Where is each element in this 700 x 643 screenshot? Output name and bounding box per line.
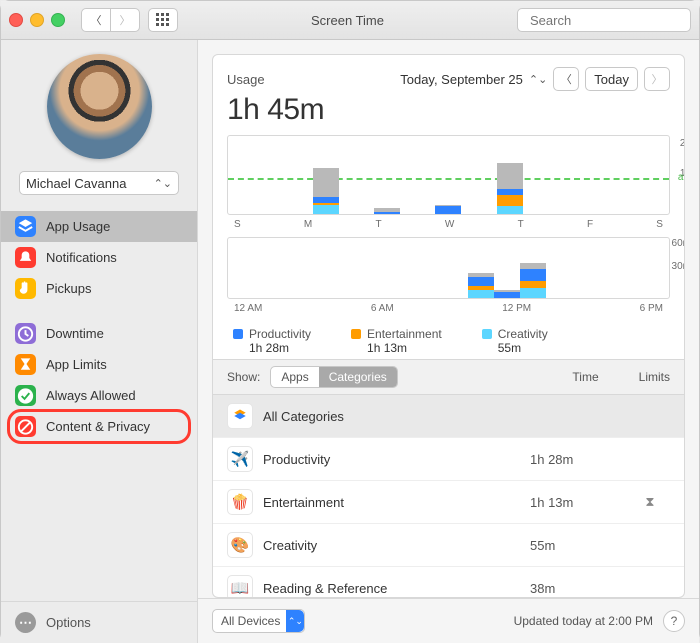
category-row[interactable]: 🍿 Entertainment 1h 13m ⧗ [213, 481, 684, 524]
today-button[interactable]: Today [585, 67, 638, 91]
category-row[interactable]: ✈️ Productivity 1h 28m [213, 438, 684, 481]
devices-select[interactable]: All Devices ⌃⌄ [212, 609, 305, 633]
category-time: 1h 13m [530, 495, 620, 510]
next-day-button[interactable]: 〉 [644, 67, 670, 91]
weekly-chart: 2h1havgSMTWTFS [227, 135, 670, 215]
category-name: Creativity [263, 538, 520, 553]
show-categories-tab[interactable]: Categories [319, 367, 397, 387]
window-controls [9, 13, 65, 27]
no-icon [15, 416, 36, 437]
legend-swatch [482, 329, 492, 339]
category-time: 55m [530, 538, 620, 553]
show-bar: Show: Apps Categories Time Limits [213, 359, 684, 395]
show-segmented: Apps Categories [270, 366, 397, 388]
legend-value: 1h 13m [367, 341, 442, 355]
hand-icon [15, 278, 36, 299]
all-preferences-button[interactable] [148, 8, 178, 32]
bell-icon [15, 247, 36, 268]
layers-icon [15, 216, 36, 237]
legend-name: Productivity [249, 327, 311, 341]
zoom-window-icon[interactable] [51, 13, 65, 27]
layers-icon [227, 403, 253, 429]
user-select[interactable]: Michael Cavanna ⌃⌄ [19, 171, 179, 195]
sidebar-item-label: App Usage [46, 219, 110, 234]
sidebar: Michael Cavanna ⌃⌄ App Usage Notification… [1, 40, 198, 643]
search-field[interactable] [517, 8, 691, 32]
forward-button[interactable]: 〉 [110, 9, 139, 31]
prev-day-button[interactable]: 〈 [553, 67, 579, 91]
category-name: Entertainment [263, 495, 520, 510]
search-input[interactable] [530, 13, 700, 28]
category-icon: 📖 [227, 575, 253, 597]
sidebar-item-app-limits[interactable]: App Limits [1, 349, 197, 380]
category-list: All Categories ✈️ Productivity 1h 28m 🍿 Enter… [213, 395, 684, 597]
options-button[interactable]: ⋯ Options [1, 601, 197, 643]
sidebar-item-label: Content & Privacy [46, 419, 150, 434]
sidebar-item-always-allowed[interactable]: Always Allowed [1, 380, 197, 411]
legend-swatch [233, 329, 243, 339]
updown-icon: ⌃⌄ [154, 177, 172, 190]
nav-back-forward: 〈 〉 [81, 8, 140, 32]
sidebar-item-label: App Limits [46, 357, 107, 372]
titlebar: 〈 〉 Screen Time [1, 1, 699, 40]
category-row[interactable]: 📖 Reading & Reference 38m [213, 567, 684, 597]
sidebar-item-content-privacy[interactable]: Content & Privacy [1, 411, 197, 442]
options-label: Options [46, 615, 91, 630]
sidebar-item-downtime[interactable]: Downtime [1, 318, 197, 349]
chevron-updown-icon: ⌃⌄ [286, 610, 304, 632]
sidebar-item-app-usage[interactable]: App Usage [1, 211, 197, 242]
category-icon: 🎨 [227, 532, 253, 558]
options-icon: ⋯ [15, 612, 36, 633]
footer: All Devices ⌃⌄ Updated today at 2:00 PM … [198, 598, 699, 643]
help-button[interactable]: ? [663, 610, 685, 632]
show-label: Show: [227, 370, 260, 384]
col-limits: Limits [639, 370, 670, 384]
close-window-icon[interactable] [9, 13, 23, 27]
devices-label: All Devices [221, 614, 280, 628]
usage-total: 1h 45m [227, 93, 670, 127]
legend-value: 55m [498, 341, 548, 355]
sidebar-item-notifications[interactable]: Notifications [1, 242, 197, 273]
category-name: All Categories [263, 409, 520, 424]
sidebar-item-label: Pickups [46, 281, 92, 296]
legend-name: Entertainment [367, 327, 442, 341]
back-button[interactable]: 〈 [82, 9, 110, 31]
category-icon: ✈️ [227, 446, 253, 472]
sidebar-item-label: Downtime [46, 326, 104, 341]
category-time: 38m [530, 581, 620, 596]
chart-legend: Productivity1h 28m Entertainment1h 13m Cre… [227, 321, 670, 359]
avatar [47, 54, 152, 159]
updated-label: Updated today at 2:00 PM [514, 614, 653, 628]
hourly-chart: 60m30m012 AM6 AM12 PM6 PM [227, 237, 670, 299]
legend-swatch [351, 329, 361, 339]
category-name: Reading & Reference [263, 581, 520, 596]
sidebar-item-pickups[interactable]: Pickups [1, 273, 197, 304]
col-time: Time [408, 370, 629, 384]
legend-value: 1h 28m [249, 341, 311, 355]
user-name: Michael Cavanna [26, 176, 126, 191]
category-row[interactable]: 🎨 Creativity 55m [213, 524, 684, 567]
show-apps-tab[interactable]: Apps [271, 367, 318, 387]
category-time: 1h 28m [530, 452, 620, 467]
updown-icon[interactable]: ⌃⌄ [529, 73, 547, 86]
sidebar-item-label: Notifications [46, 250, 117, 265]
hourglass-icon [15, 354, 36, 375]
legend-name: Creativity [498, 327, 548, 341]
category-name: Productivity [263, 452, 520, 467]
usage-label: Usage [227, 72, 265, 87]
clock-icon [15, 323, 36, 344]
sidebar-item-label: Always Allowed [46, 388, 136, 403]
minimize-window-icon[interactable] [30, 13, 44, 27]
category-row-all[interactable]: All Categories [213, 395, 684, 438]
date-label: Today, September 25 [400, 72, 523, 87]
category-icon: 🍿 [227, 489, 253, 515]
main-panel: Usage Today, September 25 ⌃⌄ 〈 Today 〉 1… [198, 40, 699, 643]
category-limit-icon: ⧗ [630, 494, 670, 510]
check-icon [15, 385, 36, 406]
grid-icon [156, 13, 170, 27]
page-title: Screen Time [186, 13, 509, 28]
